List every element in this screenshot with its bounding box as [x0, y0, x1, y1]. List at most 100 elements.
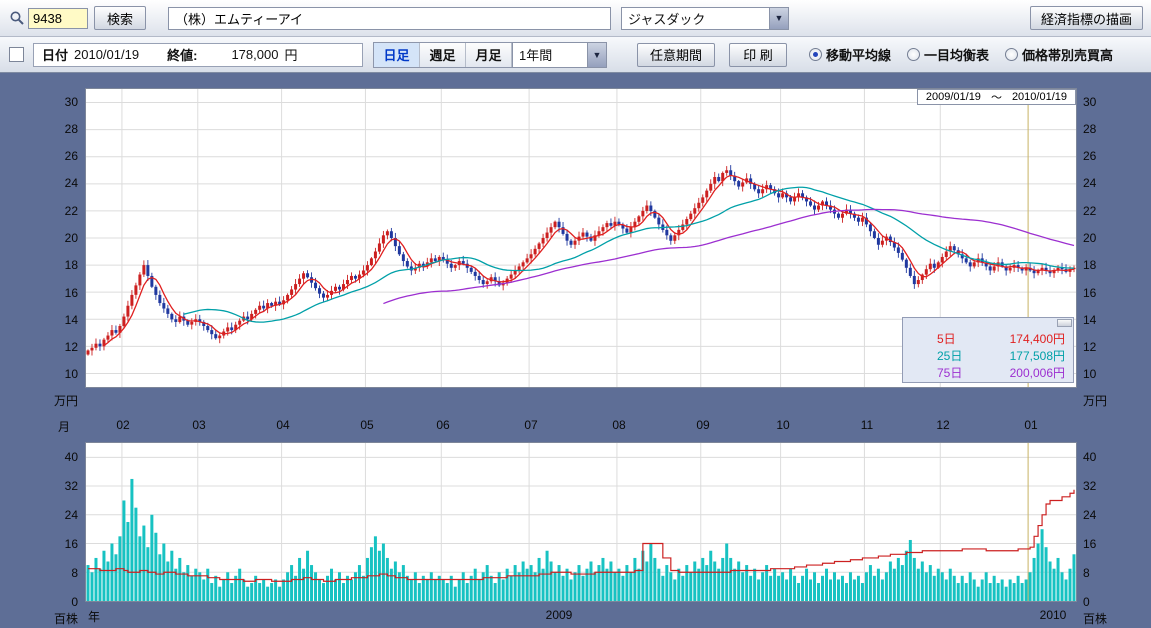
- range-separator: ～: [991, 89, 1002, 105]
- period-tabs: 日足週足月足: [373, 42, 513, 68]
- y-tick: 12: [65, 340, 78, 354]
- year-axis: 年 2009 2010: [0, 608, 1151, 623]
- radio-label: 一目均衡表: [924, 45, 989, 64]
- y-tick: 30: [65, 95, 78, 109]
- y-tick: 24: [1083, 176, 1096, 190]
- y-tick: 24: [65, 508, 78, 522]
- month-label: 04: [276, 418, 289, 432]
- stock-chart-app: 検索 ジャスダック ▼ 経済指標の描画 日付 2010/01/19 終値: 17…: [0, 0, 1151, 628]
- y-tick: 32: [65, 479, 78, 493]
- y-tick: 16: [1083, 286, 1096, 300]
- y-tick: 28: [65, 122, 78, 136]
- radio-button-icon: [1005, 48, 1018, 61]
- month-label: 10: [776, 418, 789, 432]
- quote-info-box: 日付 2010/01/19 終値: 178,000 円: [33, 43, 363, 67]
- economic-indicator-button[interactable]: 経済指標の描画: [1030, 6, 1143, 30]
- volume-y-axis-right: 0816243240: [1079, 442, 1123, 602]
- y-tick: 14: [1083, 313, 1096, 327]
- month-label: 05: [360, 418, 373, 432]
- print-button[interactable]: 印 刷: [729, 43, 787, 67]
- range-dropdown[interactable]: 1年間 ▼: [512, 42, 607, 68]
- range-start: 2009/01/19: [926, 91, 981, 103]
- y-tick: 30: [1083, 95, 1096, 109]
- radio-moving-average[interactable]: 移動平均線: [809, 45, 891, 64]
- price-y-axis-right: 1012141618202224262830: [1079, 88, 1123, 388]
- legend-rows: 5日 174,400円 25日 177,508円 75日 200,006円: [911, 330, 1065, 381]
- legend-row: 5日 174,400円: [911, 330, 1065, 347]
- radio-button-icon: [809, 48, 822, 61]
- custom-period-button[interactable]: 任意期間: [637, 43, 715, 67]
- month-axis: 月 020304050607080910111201: [0, 418, 1151, 433]
- y-tick: 10: [65, 367, 78, 381]
- month-label: 11: [861, 418, 873, 432]
- market-dropdown-value: ジャスダック: [622, 8, 769, 29]
- month-label: 09: [696, 418, 709, 432]
- y-tick: 18: [65, 258, 78, 272]
- month-label: 08: [612, 418, 625, 432]
- date-value: 2010/01/19: [74, 47, 139, 62]
- radio-label: 移動平均線: [826, 45, 891, 64]
- chevron-down-icon[interactable]: ▼: [587, 43, 606, 67]
- y-tick: 24: [65, 176, 78, 190]
- legend-row: 25日 177,508円: [911, 347, 1065, 364]
- legend-ma-value: 177,508円: [1010, 347, 1065, 364]
- y-tick: 0: [71, 595, 78, 609]
- company-name-input[interactable]: [168, 7, 611, 30]
- month-label: 01: [1024, 418, 1037, 432]
- y-tick: 24: [1083, 508, 1096, 522]
- month-label: 02: [116, 418, 129, 432]
- market-dropdown[interactable]: ジャスダック ▼: [621, 7, 789, 30]
- radio-ichimoku-chart[interactable]: 一目均衡表: [907, 45, 989, 64]
- date-range-box: 2009/01/19 ～ 2010/01/19: [917, 89, 1076, 105]
- month-label: 12: [936, 418, 949, 432]
- legend-ma-value: 200,006円: [1010, 364, 1065, 381]
- legend-row: 75日 200,006円: [911, 364, 1065, 381]
- close-unit: 円: [284, 45, 297, 64]
- date-label: 日付: [42, 45, 68, 64]
- stock-code-input[interactable]: [28, 8, 88, 29]
- y-tick: 10: [1083, 367, 1096, 381]
- month-label: 03: [192, 418, 205, 432]
- price-unit-right: 万円: [1083, 392, 1107, 409]
- tab-daily[interactable]: 日足: [374, 43, 420, 67]
- y-tick: 26: [1083, 149, 1096, 163]
- range-end: 2010/01/19: [1012, 91, 1067, 103]
- y-tick: 40: [1083, 450, 1096, 464]
- month-labels: 020304050607080910111201: [85, 418, 1077, 433]
- legend-minimize-button[interactable]: [1057, 319, 1072, 327]
- y-tick: 22: [65, 204, 78, 218]
- legend-ma-name: 25日: [911, 347, 962, 364]
- year-axis-label: 年: [88, 608, 100, 625]
- indicator-radios: 移動平均線 一目均衡表 価格帯別売買高: [809, 45, 1129, 64]
- year-label-2010: 2010: [1040, 608, 1067, 622]
- volume-y-axis-left: 0816243240: [38, 442, 82, 602]
- y-tick: 28: [1083, 122, 1096, 136]
- search-button[interactable]: 検索: [94, 6, 146, 30]
- radio-label: 価格帯別売買高: [1022, 45, 1113, 64]
- y-tick: 18: [1083, 258, 1096, 272]
- search-icon: [6, 7, 28, 29]
- y-tick: 32: [1083, 479, 1096, 493]
- radio-volume-by-price[interactable]: 価格帯別売買高: [1005, 45, 1113, 64]
- y-tick: 16: [65, 286, 78, 300]
- volume-chart-svg: [86, 443, 1076, 601]
- volume-chart[interactable]: [85, 442, 1077, 602]
- y-tick: 26: [65, 149, 78, 163]
- tab-monthly[interactable]: 月足: [466, 43, 512, 67]
- chevron-down-icon[interactable]: ▼: [769, 8, 788, 29]
- radio-button-icon: [907, 48, 920, 61]
- legend-ma-name: 75日: [911, 364, 962, 381]
- legend-ma-name: 5日: [911, 330, 956, 347]
- toolbar-checkbox[interactable]: [9, 47, 24, 62]
- sub-toolbar: 日付 2010/01/19 終値: 178,000 円 日足週足月足 1年間 ▼…: [0, 37, 1151, 73]
- tab-weekly[interactable]: 週足: [420, 43, 466, 67]
- price-y-axis-left: 1012141618202224262830: [38, 88, 82, 388]
- y-tick: 40: [65, 450, 78, 464]
- month-axis-label: 月: [58, 418, 70, 435]
- y-tick: 20: [1083, 231, 1096, 245]
- close-label: 終値:: [167, 45, 197, 64]
- legend-ma-value: 174,400円: [1010, 330, 1065, 347]
- ma-legend: 5日 174,400円 25日 177,508円 75日 200,006円: [902, 317, 1074, 383]
- y-tick: 8: [71, 566, 78, 580]
- price-chart[interactable]: 2009/01/19 ～ 2010/01/19 5日 174,400円 25日 177…: [85, 88, 1077, 388]
